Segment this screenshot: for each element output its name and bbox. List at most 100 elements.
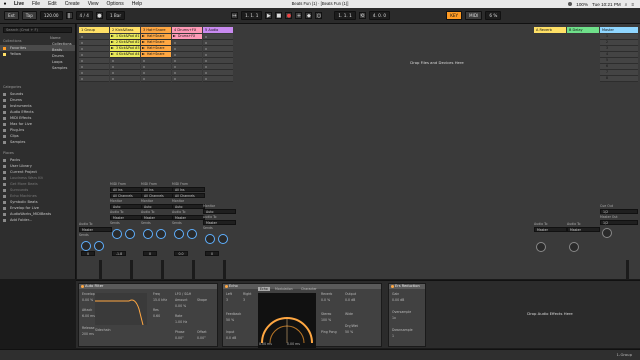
midi-channel-select[interactable]: All Channels <box>141 193 174 198</box>
ext-sync-button[interactable]: Ext <box>4 11 19 20</box>
param-value[interactable]: 1 <box>392 334 394 338</box>
filter-response-graph[interactable] <box>95 293 147 326</box>
menu-list-icon[interactable]: ≡ <box>631 2 634 7</box>
tab-echo[interactable]: Echo <box>258 287 270 291</box>
menu-options[interactable]: Options <box>102 1 127 7</box>
monitor-select[interactable]: Auto <box>141 204 174 209</box>
volume-field[interactable]: 0 <box>205 251 219 256</box>
volume-field[interactable]: 0 <box>143 251 157 256</box>
param-value[interactable]: 3 <box>226 298 228 302</box>
battery-label[interactable]: 100% <box>576 2 588 7</box>
audio-to-select[interactable]: Master <box>110 215 143 220</box>
loop-icon[interactable]: ⟲ <box>358 12 366 19</box>
metronome-icon[interactable]: ● <box>95 12 103 19</box>
param-value[interactable]: 0.0 % <box>321 298 330 302</box>
menu-create[interactable]: Create <box>61 1 84 7</box>
search-icon[interactable]: ⌕ <box>625 2 628 7</box>
wifi-icon[interactable] <box>568 2 573 6</box>
clip-play-icon[interactable] <box>142 47 145 49</box>
return-header-b[interactable]: B Delay <box>567 27 599 33</box>
param-value[interactable]: 0.0 dB <box>345 298 355 302</box>
tempo-field[interactable]: 120.00 <box>39 11 63 20</box>
midi-from-select[interactable]: All Ins <box>110 187 143 192</box>
param-value[interactable]: 0.00 % <box>175 304 186 308</box>
monitor-select[interactable]: Auto <box>110 204 143 209</box>
midi-channel-select[interactable]: All Channels <box>110 193 143 198</box>
clip-slot[interactable] <box>110 76 140 82</box>
send-knob[interactable] <box>536 242 546 252</box>
device-power-icon[interactable] <box>80 285 84 288</box>
tab-modulation[interactable]: Modulation <box>275 287 293 291</box>
param-value[interactable]: 100 % <box>321 318 331 322</box>
monitor-select[interactable]: Auto <box>172 204 205 209</box>
clip-slot[interactable] <box>172 76 202 82</box>
param-value[interactable]: 3 <box>243 298 245 302</box>
volume-field[interactable]: 0 <box>81 251 95 256</box>
clip-play-icon[interactable] <box>111 53 114 55</box>
device-title[interactable]: Auto Filter <box>79 284 217 289</box>
cue-out-select[interactable]: 1/2 <box>600 209 638 214</box>
wide-label[interactable]: Wide <box>345 312 353 316</box>
return-header-a[interactable]: A Reverb <box>534 27 566 33</box>
volume-field[interactable]: 0.0 <box>174 251 188 256</box>
clip-play-icon[interactable] <box>111 47 114 49</box>
menu-file[interactable]: File <box>28 1 44 7</box>
send-b-knob[interactable] <box>187 229 197 239</box>
audio-to-select[interactable]: Master <box>203 220 236 225</box>
track-header-5[interactable]: 5 Audio <box>203 27 233 33</box>
automation-arm-icon[interactable]: ◆ <box>305 12 313 19</box>
audio-to-select[interactable]: Master <box>567 227 600 232</box>
tap-tempo-button[interactable]: Tap <box>21 11 37 20</box>
param-value[interactable]: 0.60 <box>153 314 160 318</box>
param-value[interactable]: 50 % <box>345 330 353 334</box>
param-value[interactable]: 1x <box>392 316 396 320</box>
param-value[interactable]: 6.00 ms <box>82 314 95 318</box>
master-out-select[interactable]: 1/2 <box>600 220 638 225</box>
device-power-icon[interactable] <box>390 285 394 288</box>
menu-edit[interactable]: Edit <box>44 1 61 7</box>
audio-to-select[interactable]: Master <box>172 215 205 220</box>
browser-search-input[interactable]: Search (Cmd + F) <box>3 27 72 33</box>
audio-to-select[interactable]: Master <box>534 227 567 232</box>
clip-play-icon[interactable] <box>111 35 114 37</box>
list-item[interactable]: Samples <box>50 65 76 71</box>
send-b-knob[interactable] <box>218 234 228 244</box>
device-title[interactable]: Ers Reduction <box>389 284 425 289</box>
menu-view[interactable]: View <box>84 1 103 7</box>
track-header-2[interactable]: 2 Kick&Bass <box>110 27 140 33</box>
send-a-knob[interactable] <box>81 241 91 251</box>
drop-files-area[interactable]: Drop Files and Devices Here <box>317 60 557 65</box>
param-value[interactable]: 0.00° <box>175 336 184 340</box>
send-a-knob[interactable] <box>112 229 122 239</box>
clock[interactable]: Tue 10:21 PM <box>592 2 621 7</box>
param-value[interactable]: 15.0 kHz <box>153 298 167 302</box>
loop-length-field[interactable]: 4. 0. 0 <box>368 11 391 20</box>
browser-name-header[interactable]: Name <box>50 36 76 40</box>
send-a-knob[interactable] <box>174 229 184 239</box>
param-value[interactable]: 0.00 dB <box>392 298 404 302</box>
tab-character[interactable]: Character <box>301 287 317 291</box>
clip-slot[interactable] <box>203 76 233 82</box>
audio-to-select[interactable]: Master <box>141 215 174 220</box>
param-value[interactable]: 200 ms <box>82 332 94 336</box>
clip-play-icon[interactable] <box>142 41 145 43</box>
monitor-select[interactable]: Auto <box>203 209 236 214</box>
clip-play-icon[interactable] <box>111 41 114 43</box>
play-icon[interactable]: ▶ <box>265 12 273 19</box>
echo-tunnel-display[interactable] <box>258 293 316 348</box>
send-knob[interactable] <box>569 242 579 252</box>
scene-launch[interactable]: 8 <box>600 76 638 82</box>
loop-start-field[interactable]: 1. 1. 1 <box>334 11 356 20</box>
stop-icon[interactable]: ■ <box>275 12 283 19</box>
param-value[interactable]: 50 % <box>226 318 234 322</box>
audio-to-select[interactable]: Master <box>79 227 112 232</box>
clip-play-icon[interactable] <box>142 53 145 55</box>
clip-play-icon[interactable] <box>173 35 176 37</box>
category-samples[interactable]: Samples <box>0 139 75 145</box>
menu-help[interactable]: Help <box>128 1 146 7</box>
track-header-4[interactable]: 4 Drums+FX <box>172 27 202 33</box>
midi-channel-select[interactable]: All Channels <box>172 193 205 198</box>
param-value[interactable]: 0.00° <box>197 336 206 340</box>
device-power-icon[interactable] <box>224 285 228 288</box>
overdub-icon[interactable]: + <box>295 12 303 19</box>
